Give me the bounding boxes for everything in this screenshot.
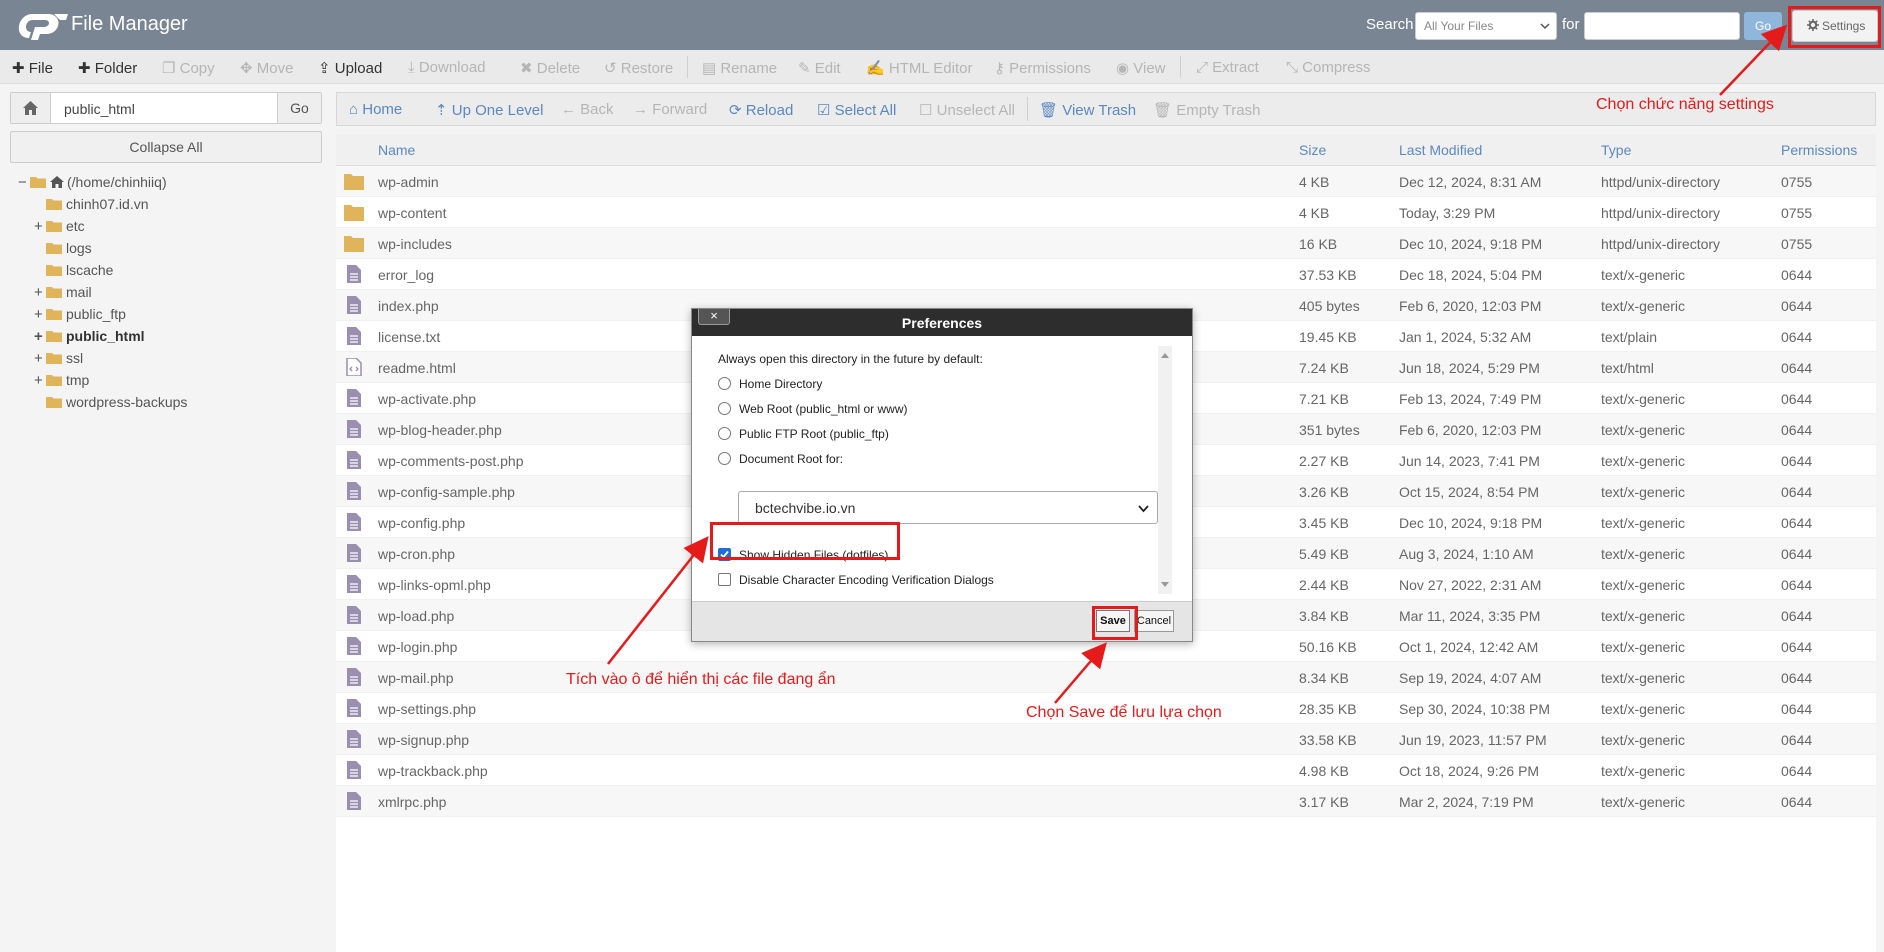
annotation-save-text: Chọn Save để lưu lựa chọn: [1026, 704, 1222, 721]
annotation-arrows: [607, 24, 1788, 704]
annotation-hidden-files-text: Tích vào ô để hiển thị các file đang ẩn: [566, 671, 836, 688]
annotation-settings-text: Chọn chức năng settings: [1596, 96, 1774, 113]
